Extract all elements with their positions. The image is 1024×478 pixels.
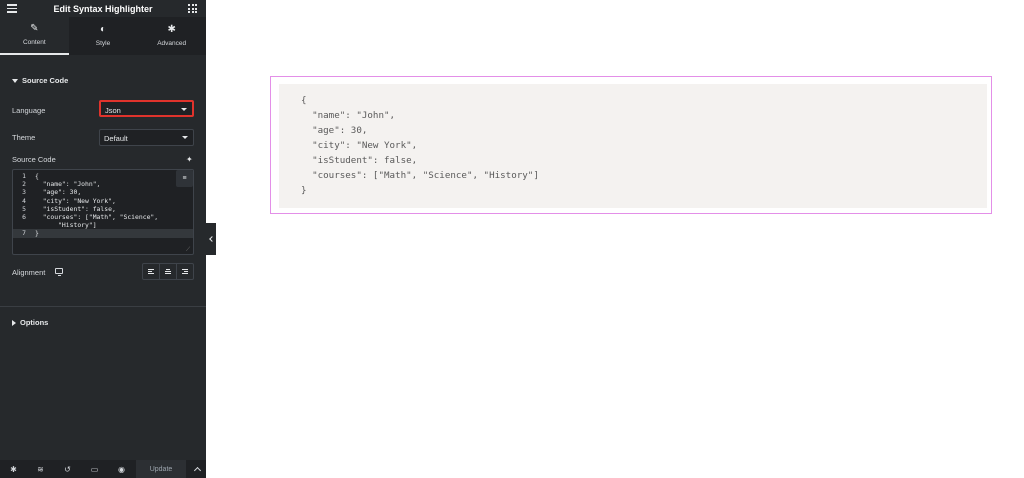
tab-style-label: Style — [95, 40, 111, 47]
section-divider — [0, 306, 206, 307]
code-line: 4 "city": "New York", — [22, 196, 116, 205]
half-circle-icon: ◐ — [99, 24, 107, 35]
chevron-left-icon — [209, 236, 215, 242]
history-icon[interactable]: ↺ — [54, 465, 81, 474]
source-code-label: Source Code — [12, 155, 56, 164]
panel-header: Edit Syntax Highlighter — [0, 0, 206, 17]
alignment-button-group — [142, 263, 194, 280]
dropdown-arrow-icon — [182, 136, 188, 139]
section-source-code-title: Source Code — [22, 76, 69, 85]
hamburger-menu-icon[interactable] — [7, 4, 17, 13]
code-line-active: 7} — [13, 229, 193, 238]
section-source-code-toggle[interactable]: Source Code — [12, 76, 68, 85]
syntax-highlighter-preview: { "name": "John", "age": 30, "city": "Ne… — [279, 84, 987, 208]
responsive-desktop-icon[interactable] — [55, 268, 63, 276]
ai-sparkle-icon[interactable]: ✦ — [186, 155, 193, 164]
dynamic-tags-icon[interactable]: ≡ — [176, 170, 193, 187]
preview-code-line: "age": 30, — [301, 125, 368, 136]
language-select-value: Json — [105, 106, 121, 115]
section-options-toggle[interactable]: Options — [12, 318, 48, 327]
theme-label: Theme — [12, 133, 36, 142]
resize-grip-icon[interactable]: ⟋ — [186, 247, 190, 254]
code-line: 1{ — [22, 172, 39, 180]
tab-advanced-label: Advanced — [157, 40, 187, 47]
theme-select-value: Default — [104, 134, 128, 143]
section-options-title: Options — [20, 318, 49, 327]
alignment-label: Alignment — [12, 268, 46, 277]
widgets-grid-icon[interactable] — [188, 4, 197, 13]
preview-code-line: "name": "John", — [301, 110, 396, 121]
code-line: 6 "courses": ["Math", "Science", — [22, 213, 159, 221]
editor-panel: Edit Syntax Highlighter ✎ Content ◐ Styl… — [0, 0, 206, 478]
preview-eye-icon[interactable]: ◉ — [108, 465, 135, 474]
code-line: "History"] — [35, 221, 97, 230]
preview-code-line: "city": "New York", — [301, 140, 418, 151]
caret-down-icon — [12, 79, 18, 84]
source-code-editor[interactable]: 1{ 2 "name": "John", 3 "age": 30, 4 "cit… — [12, 169, 194, 255]
align-center-button[interactable] — [160, 264, 177, 279]
chevron-up-icon[interactable] — [188, 460, 206, 478]
panel-footer: ✱ ≋ ↺ ▭ ◉ Update — [0, 460, 206, 478]
responsive-mode-icon[interactable]: ▭ — [81, 465, 108, 474]
preview-code-line: } — [301, 185, 307, 196]
panel-title: Edit Syntax Highlighter — [53, 3, 153, 14]
theme-select[interactable]: Default — [99, 129, 194, 146]
layers-icon[interactable]: ≋ — [27, 465, 54, 474]
code-line: 5 "isStudent": false, — [22, 204, 116, 213]
tab-advanced[interactable]: ✱ Advanced — [137, 17, 206, 55]
language-label: Language — [12, 106, 46, 115]
code-line: 2 "name": "John", — [22, 180, 101, 189]
align-left-button[interactable] — [143, 264, 160, 279]
align-right-button[interactable] — [177, 264, 193, 279]
preview-code-line: "isStudent": false, — [301, 155, 418, 166]
language-select[interactable]: Json — [99, 100, 194, 117]
update-button[interactable]: Update — [136, 460, 186, 478]
code-line: 3 "age": 30, — [22, 188, 82, 197]
tab-style[interactable]: ◐ Style — [69, 17, 138, 55]
gear-icon: ✱ — [167, 24, 176, 35]
tab-content-label: Content — [22, 39, 46, 46]
dropdown-arrow-icon — [181, 108, 187, 111]
settings-gear-icon[interactable]: ✱ — [0, 465, 27, 474]
collapse-panel-button[interactable] — [206, 223, 216, 255]
caret-right-icon — [12, 320, 16, 327]
preview-code-line: "courses": ["Math", "Science", "History"… — [301, 170, 539, 181]
panel-tabs: ✎ Content ◐ Style ✱ Advanced — [0, 17, 206, 55]
preview-code-line: { — [301, 95, 307, 106]
tab-content[interactable]: ✎ Content — [0, 17, 69, 55]
pencil-icon: ✎ — [30, 23, 39, 34]
